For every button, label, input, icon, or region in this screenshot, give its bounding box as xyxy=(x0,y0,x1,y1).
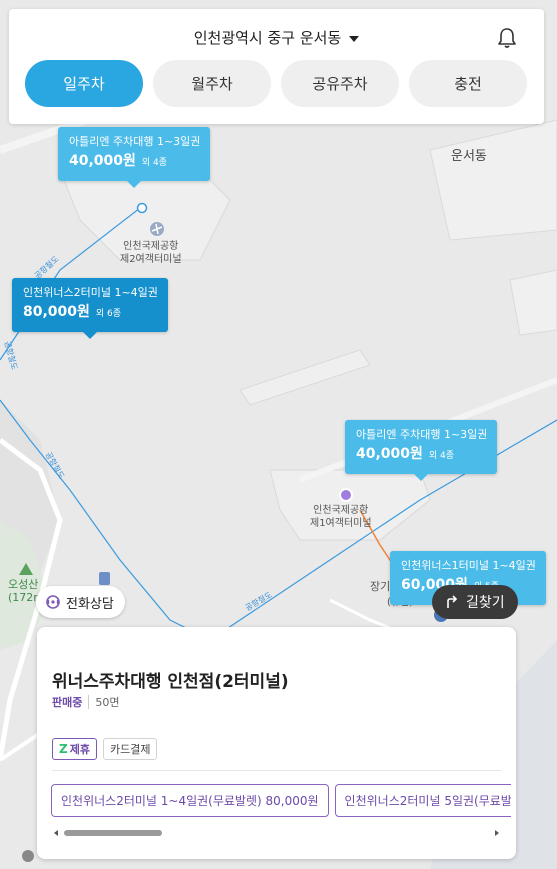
marker-title: 아틀리엔 주차대행 1~3일권 xyxy=(356,428,488,441)
marker-extra: 외 6종 xyxy=(95,309,122,319)
marker-price: 40,000원 xyxy=(356,446,423,462)
price-marker[interactable]: 아틀리엔 주차대행 1~3일권 40,000원 외 4종 xyxy=(58,127,211,188)
sale-status: 판매중 xyxy=(52,696,83,709)
marker-extra: 외 4종 xyxy=(428,451,455,461)
product-chip[interactable]: 인천위너스2터미널 5일권(무료발렛) 100,000원 xyxy=(334,784,511,817)
tab-charging[interactable]: 충전 xyxy=(409,60,527,107)
marker-price: 40,000원 xyxy=(69,153,136,169)
marker-title: 인천위너스1터미널 1~4일권 xyxy=(401,559,536,572)
partner-badge: Z 제휴 xyxy=(52,738,97,760)
price-marker[interactable]: 아틀리엔 주차대행 1~3일권 40,000원 외 4종 xyxy=(345,420,498,481)
turn-right-arrow-icon xyxy=(447,595,458,608)
category-tabs: 일주차 월주차 공유주차 충전 xyxy=(25,60,527,107)
bell-icon[interactable] xyxy=(497,27,517,49)
tab-monthly-parking[interactable]: 월주차 xyxy=(153,60,271,107)
marker-price: 80,000원 xyxy=(23,304,90,320)
directions-button[interactable]: 길찾기 xyxy=(432,585,518,619)
top-header: 인천광역시 중구 운서동 일주차 월주차 공유주차 충전 xyxy=(9,9,544,124)
parking-detail-card[interactable]: 위너스주차대행 인천점(2터미널) 판매중 50면 Z 제휴 카드결제 인천위너스… xyxy=(37,627,516,859)
caret-down-icon xyxy=(349,35,360,42)
map-label-terminal2: 인천국제공항 제2여객터미널 xyxy=(120,241,182,265)
scrollbar-thumb[interactable] xyxy=(64,830,162,836)
meta-divider xyxy=(88,695,90,709)
marker-title: 인천위너스2터미널 1~4일권 xyxy=(23,286,158,299)
location-label: 인천광역시 중구 운서동 xyxy=(193,29,342,47)
map-label-terminal1: 인천국제공항 제1여객터미널 xyxy=(310,505,372,529)
price-marker[interactable]: 인천위너스2터미널 1~4일권 80,000원 외 6종 xyxy=(12,278,168,339)
directions-label: 길찾기 xyxy=(466,595,505,611)
marker-title: 아틀리엔 주차대행 1~3일권 xyxy=(69,135,201,148)
product-list[interactable]: 인천위너스2터미널 1~4일권(무료발렛) 80,000원 인천위너스2터미널 … xyxy=(51,784,511,817)
parking-spaces: 50면 xyxy=(95,696,120,709)
product-chip[interactable]: 인천위너스2터미널 1~4일권(무료발렛) 80,000원 xyxy=(51,784,329,817)
marker-extra: 외 4종 xyxy=(141,158,168,168)
location-selector[interactable]: 인천광역시 중구 운서동 xyxy=(9,27,544,48)
partner-logo: Z xyxy=(59,742,68,756)
headset-icon xyxy=(46,595,60,609)
badge-list: Z 제휴 카드결제 xyxy=(52,738,158,760)
partner-badge-label: 제휴 xyxy=(69,743,90,756)
scroll-left-icon[interactable] xyxy=(54,830,58,836)
parking-name: 위너스주차대행 인천점(2터미널) xyxy=(52,672,289,692)
tab-shared-parking[interactable]: 공유주차 xyxy=(281,60,399,107)
map-label-jang: 장기 xyxy=(370,580,391,593)
phone-consult-button[interactable]: 전화상담 xyxy=(36,586,125,618)
map-label-unseo: 운서동 xyxy=(451,149,487,164)
card-payment-badge: 카드결제 xyxy=(102,738,158,760)
card-divider xyxy=(52,770,501,771)
scroll-right-icon[interactable] xyxy=(495,830,499,836)
tab-daily-parking[interactable]: 일주차 xyxy=(25,60,143,107)
parking-meta: 판매중 50면 xyxy=(52,694,120,710)
phone-consult-label: 전화상담 xyxy=(66,596,114,612)
horizontal-scrollbar[interactable] xyxy=(54,828,499,838)
